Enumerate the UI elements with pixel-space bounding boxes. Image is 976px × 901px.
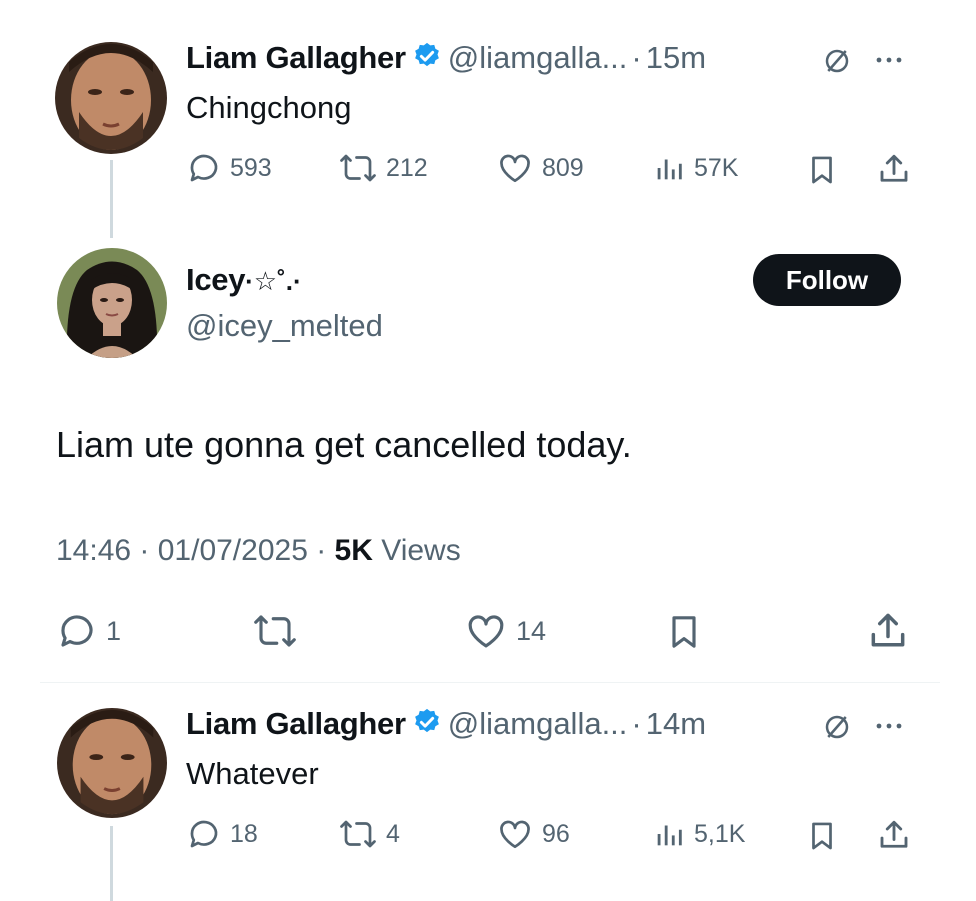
avatar-image: [57, 708, 167, 818]
tweet-header: Liam Gallagher @liamgalla... · 14m: [186, 704, 706, 744]
share-icon[interactable]: [876, 150, 912, 193]
avatar-image: [57, 248, 167, 358]
thread-connector-line: [110, 160, 113, 238]
author-handle[interactable]: @liamgalla...: [448, 40, 628, 76]
follow-button[interactable]: Follow: [753, 254, 901, 306]
like-button[interactable]: 14: [464, 610, 546, 652]
tweet-text: Liam ute gonna get cancelled today.: [56, 424, 632, 465]
reply-restricted-icon: [822, 712, 852, 747]
like-button[interactable]: 809: [496, 150, 584, 186]
views-chart-icon: [652, 150, 686, 186]
reply-button[interactable]: 593: [186, 150, 272, 186]
views-label: Views: [372, 534, 461, 567]
reply-button[interactable]: 18: [186, 816, 258, 852]
views-count: 57K: [694, 153, 739, 182]
repost-button[interactable]: 212: [338, 150, 428, 186]
avatar-liam[interactable]: [57, 708, 167, 818]
separator-dot: ·: [631, 40, 642, 75]
author-name-row: Icey·☆˚.·: [186, 262, 302, 298]
tweet-text: Whatever: [186, 756, 319, 791]
name-decoration: ·☆˚.·: [245, 266, 302, 296]
separator-dot: ·: [631, 706, 642, 741]
share-icon[interactable]: [876, 816, 912, 859]
author-handle[interactable]: @icey_melted: [186, 308, 383, 344]
heart-icon: [496, 816, 534, 852]
more-options-icon[interactable]: [872, 714, 906, 743]
avatar-liam[interactable]: [55, 42, 167, 154]
reply-count: 593: [230, 153, 272, 182]
views-button[interactable]: 57K: [652, 150, 738, 186]
author-handle[interactable]: @liamgalla...: [448, 706, 628, 742]
verified-badge-icon: [412, 41, 442, 76]
repost-icon: [338, 150, 378, 186]
reply-count: 1: [106, 615, 122, 646]
avatar-image: [55, 42, 167, 154]
repost-button[interactable]: 4: [338, 816, 400, 852]
share-icon[interactable]: [866, 608, 910, 659]
views-button[interactable]: 5,1K: [652, 816, 745, 852]
author-name[interactable]: Liam Gallagher: [186, 40, 406, 76]
avatar-icey[interactable]: [57, 248, 167, 358]
like-count: 809: [542, 153, 584, 182]
like-count: 96: [542, 819, 570, 848]
repost-icon[interactable]: [252, 610, 298, 657]
views-chart-icon: [652, 816, 686, 852]
reply-button[interactable]: 1: [56, 610, 121, 652]
verified-badge-icon: [412, 707, 442, 742]
tweet-text: Chingchong: [186, 90, 352, 125]
thread-connector-line: [110, 826, 113, 901]
like-button[interactable]: 96: [496, 816, 570, 852]
bookmark-icon[interactable]: [805, 152, 839, 193]
timestamp[interactable]: 14:46 · 01/07/2025 ·: [56, 534, 335, 567]
repost-count: 212: [386, 153, 428, 182]
divider: [40, 682, 940, 683]
bookmark-icon[interactable]: [805, 818, 839, 859]
reply-restricted-icon: [822, 46, 852, 81]
heart-icon: [464, 610, 508, 652]
repost-count: 4: [386, 819, 400, 848]
author-name[interactable]: Liam Gallagher: [186, 706, 406, 742]
like-count: 14: [516, 615, 547, 646]
more-options-icon[interactable]: [872, 48, 906, 77]
tweet-meta: 14:46 · 01/07/2025 · 5K Views: [56, 534, 461, 568]
heart-icon: [496, 150, 534, 186]
post-time[interactable]: 14m: [646, 706, 706, 742]
bookmark-icon[interactable]: [664, 610, 704, 659]
views-count: 5,1K: [694, 819, 746, 848]
reply-icon: [186, 816, 222, 852]
repost-icon: [338, 816, 378, 852]
reply-icon: [56, 610, 98, 652]
tweet-header: Liam Gallagher @liamgalla... · 15m: [186, 38, 706, 78]
views-count: 5K: [334, 534, 373, 567]
reply-icon: [186, 150, 222, 186]
reply-count: 18: [230, 819, 258, 848]
post-time[interactable]: 15m: [646, 40, 706, 76]
author-name[interactable]: Icey: [186, 262, 245, 297]
